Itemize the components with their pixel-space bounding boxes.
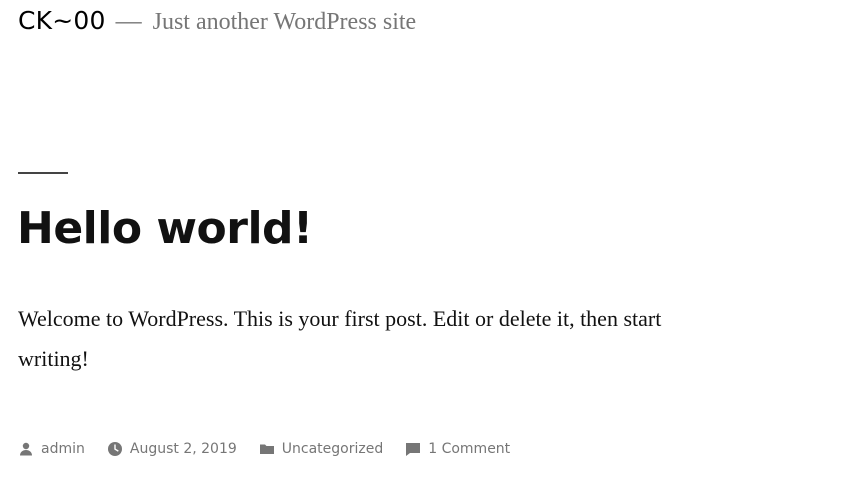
post-title: Hello world! xyxy=(17,203,313,254)
site-header: CK~00 — Just another WordPress site xyxy=(18,6,416,42)
title-divider xyxy=(18,172,68,174)
post-content: Welcome to WordPress. This is your first… xyxy=(18,306,662,371)
post-date: August 2, 2019 xyxy=(107,441,237,457)
author-link[interactable]: admin xyxy=(41,441,85,457)
site-tagline: Just another WordPress site xyxy=(152,9,417,35)
date-link[interactable]: August 2, 2019 xyxy=(130,441,237,457)
clock-icon xyxy=(107,441,123,457)
comments-link[interactable]: 1 Comment xyxy=(428,441,510,457)
folder-icon xyxy=(259,441,275,457)
category-link[interactable]: Uncategorized xyxy=(282,441,383,457)
site-title-link[interactable]: CK~00 xyxy=(18,6,106,35)
post-meta: admin August 2, 2019 Uncategorized 1 Com… xyxy=(18,438,532,460)
post-category: Uncategorized xyxy=(259,441,383,457)
person-icon xyxy=(18,441,34,457)
comment-icon xyxy=(405,441,421,457)
post-author: admin xyxy=(18,441,85,457)
post-comments: 1 Comment xyxy=(405,441,510,457)
title-separator: — xyxy=(115,6,142,35)
